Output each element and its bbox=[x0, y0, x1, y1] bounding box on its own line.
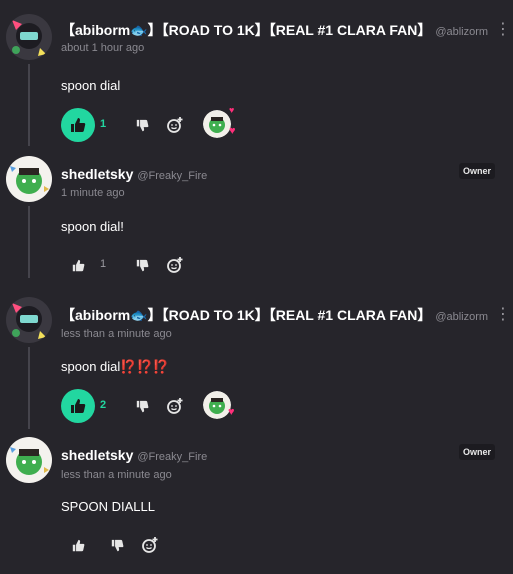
timestamp: less than a minute ago bbox=[61, 469, 172, 481]
thread-line bbox=[28, 64, 30, 146]
reaction-avatar[interactable] bbox=[203, 391, 231, 419]
comment-header: 【abiborm🐟】【ROAD TO 1K】【REAL #1 CLARA FAN… bbox=[61, 305, 505, 325]
like-count: 1 bbox=[100, 118, 107, 130]
dislike-button[interactable] bbox=[109, 537, 125, 553]
comment-text: spoon dial bbox=[61, 78, 121, 93]
comment: 【abiborm🐟】【ROAD TO 1K】【REAL #1 CLARA FAN… bbox=[0, 14, 513, 154]
like-button[interactable] bbox=[61, 528, 95, 562]
dislike-button[interactable] bbox=[134, 117, 150, 133]
author-handle[interactable]: @ablizorm bbox=[435, 26, 488, 38]
comment-actions bbox=[61, 528, 261, 562]
thread-line bbox=[28, 347, 30, 429]
add-reaction-button[interactable] bbox=[167, 398, 183, 414]
comment: shedletsky @Freaky_Fire Owner less than a… bbox=[0, 437, 513, 574]
author-name[interactable]: 【abiborm🐟】【ROAD TO 1K】【REAL #1 CLARA FAN… bbox=[61, 307, 431, 323]
avatar[interactable] bbox=[6, 14, 52, 60]
owner-badge: Owner bbox=[458, 444, 495, 460]
add-reaction-button[interactable] bbox=[167, 117, 183, 133]
dislike-button[interactable] bbox=[134, 257, 150, 273]
heart-icon: ♥ bbox=[229, 125, 236, 137]
heart-icon: ♥ bbox=[229, 105, 235, 115]
comment-actions: 1 ♥ ♥ bbox=[61, 105, 261, 142]
avatar[interactable] bbox=[6, 156, 52, 202]
author-handle[interactable]: @Freaky_Fire bbox=[137, 451, 207, 463]
like-button[interactable] bbox=[61, 108, 95, 142]
timestamp: less than a minute ago bbox=[61, 328, 172, 340]
avatar[interactable] bbox=[6, 437, 52, 483]
comment-text: SPOON DIALLL bbox=[61, 499, 155, 514]
thumbs-up-icon bbox=[71, 399, 86, 413]
author-name[interactable]: shedletsky bbox=[61, 166, 133, 182]
add-reaction-icon bbox=[167, 257, 183, 273]
thumbs-down-icon bbox=[136, 259, 148, 271]
like-count: 2 bbox=[100, 399, 107, 411]
add-reaction-button[interactable] bbox=[167, 257, 183, 273]
add-reaction-icon bbox=[167, 398, 183, 414]
kebab-menu-icon[interactable]: ⋮ bbox=[495, 307, 511, 323]
comment-text: spoon dial⁉️⁉️⁉️ bbox=[61, 359, 169, 374]
dislike-button[interactable] bbox=[134, 398, 150, 414]
comment-actions: 2 ♥ bbox=[61, 389, 261, 423]
add-reaction-icon bbox=[167, 117, 183, 133]
comment-text: spoon dial! bbox=[61, 219, 124, 234]
comment: shedletsky @Freaky_Fire Owner 1 minute ag… bbox=[0, 156, 513, 286]
avatar[interactable] bbox=[6, 297, 52, 343]
like-count: 1 bbox=[100, 258, 107, 270]
thread-line bbox=[28, 206, 30, 278]
reaction-avatar[interactable] bbox=[203, 110, 231, 138]
add-reaction-button[interactable] bbox=[142, 537, 158, 553]
author-name[interactable]: shedletsky bbox=[61, 447, 133, 463]
thumbs-down-icon bbox=[136, 119, 148, 131]
like-button[interactable] bbox=[61, 248, 95, 282]
comment-header: 【abiborm🐟】【ROAD TO 1K】【REAL #1 CLARA FAN… bbox=[61, 20, 505, 40]
heart-icon: ♥ bbox=[228, 406, 235, 418]
author-handle[interactable]: @Freaky_Fire bbox=[137, 170, 207, 182]
comment-header: shedletsky @Freaky_Fire bbox=[61, 447, 505, 467]
timestamp: 1 minute ago bbox=[61, 187, 125, 199]
thumbs-up-icon bbox=[71, 118, 86, 132]
comment: 【abiborm🐟】【ROAD TO 1K】【REAL #1 CLARA FAN… bbox=[0, 297, 513, 437]
thumbs-up-icon bbox=[72, 259, 84, 271]
owner-badge: Owner bbox=[458, 163, 495, 179]
author-handle[interactable]: @ablizorm bbox=[435, 311, 488, 323]
kebab-menu-icon[interactable]: ⋮ bbox=[495, 22, 511, 38]
comment-actions: 1 bbox=[61, 248, 261, 282]
thumbs-down-icon bbox=[111, 539, 123, 551]
like-button[interactable] bbox=[61, 389, 95, 423]
author-name[interactable]: 【abiborm🐟】【ROAD TO 1K】【REAL #1 CLARA FAN… bbox=[61, 22, 431, 38]
comment-header: shedletsky @Freaky_Fire bbox=[61, 166, 505, 186]
thumbs-up-icon bbox=[72, 539, 84, 551]
thumbs-down-icon bbox=[136, 400, 148, 412]
timestamp: about 1 hour ago bbox=[61, 42, 145, 54]
add-reaction-icon bbox=[142, 537, 158, 553]
